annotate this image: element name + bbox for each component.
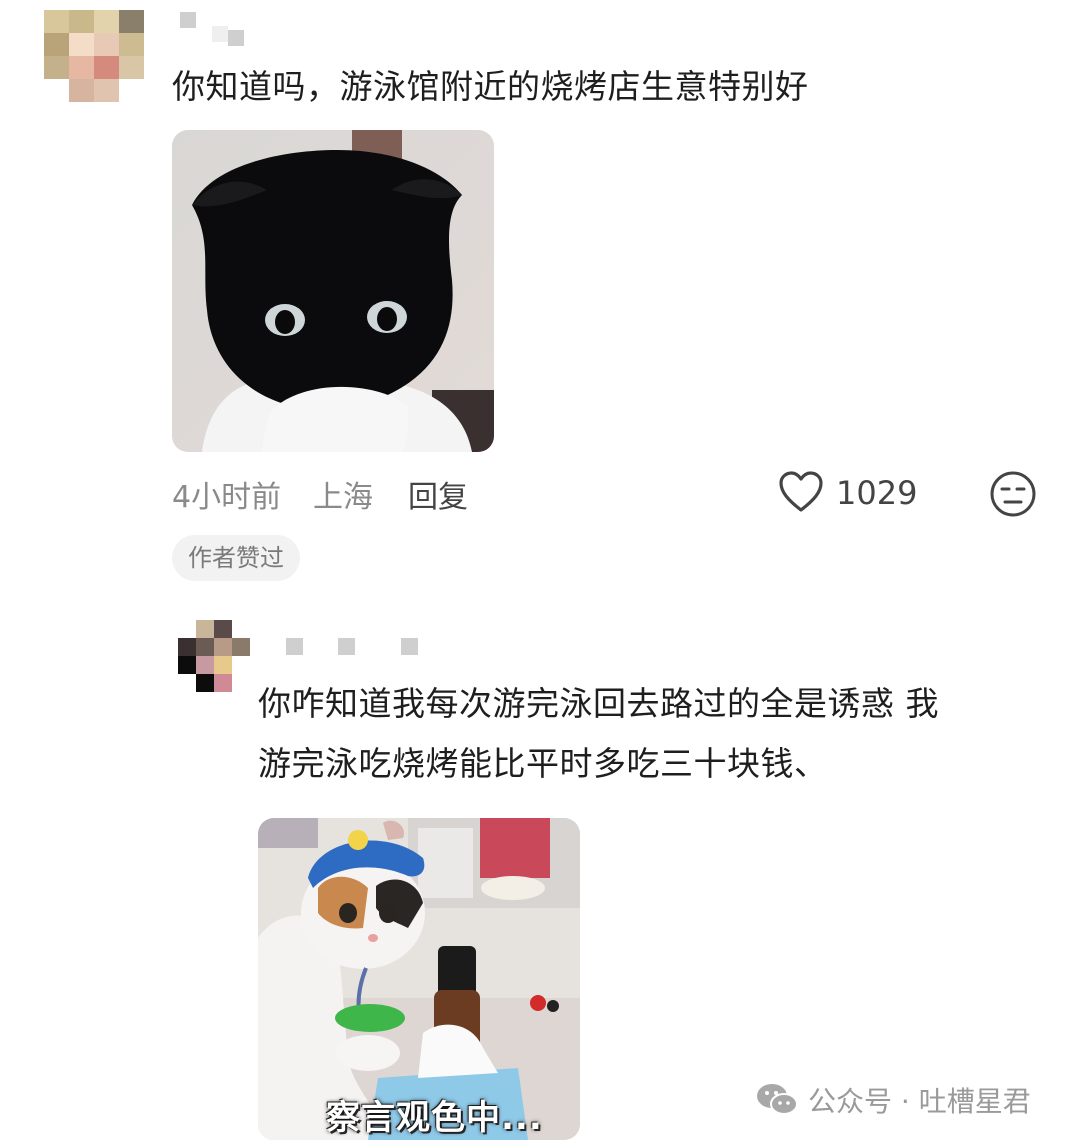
meh-face-icon bbox=[990, 471, 1036, 517]
comment-text: 你知道吗，游泳馆附近的烧烤店生意特别好 bbox=[172, 67, 809, 106]
watermark: 公众号 · 吐槽星君 bbox=[756, 1080, 1031, 1120]
comment-text-line1: 你咋知道我每次游完泳回去路过的全是诱惑 我 bbox=[258, 684, 939, 723]
location: 上海 bbox=[313, 480, 373, 515]
heart-icon bbox=[779, 471, 823, 512]
comment-text-line2: 游完泳吃烧烤能比平时多吃三十块钱、 bbox=[258, 744, 828, 783]
watermark-text: 公众号 · 吐槽星君 bbox=[808, 1085, 1031, 1118]
wechat-icon bbox=[757, 1084, 798, 1115]
comment-image[interactable] bbox=[172, 130, 494, 452]
like-count: 1029 bbox=[836, 474, 918, 512]
avatar[interactable] bbox=[178, 620, 250, 692]
like-button[interactable] bbox=[778, 470, 824, 518]
username-masked[interactable] bbox=[286, 638, 418, 655]
reply-button[interactable]: 回复 bbox=[408, 472, 468, 516]
comment-image[interactable]: 察言观色中... bbox=[258, 818, 580, 1140]
timestamp: 4小时前 bbox=[172, 480, 282, 515]
image-caption: 察言观色中... bbox=[326, 1098, 543, 1138]
avatar[interactable] bbox=[44, 10, 144, 102]
username-masked[interactable] bbox=[180, 12, 244, 46]
author-liked-badge: 作者赞过 bbox=[172, 535, 300, 581]
dislike-button[interactable] bbox=[989, 470, 1037, 522]
black-cat-photo-icon bbox=[172, 130, 494, 452]
